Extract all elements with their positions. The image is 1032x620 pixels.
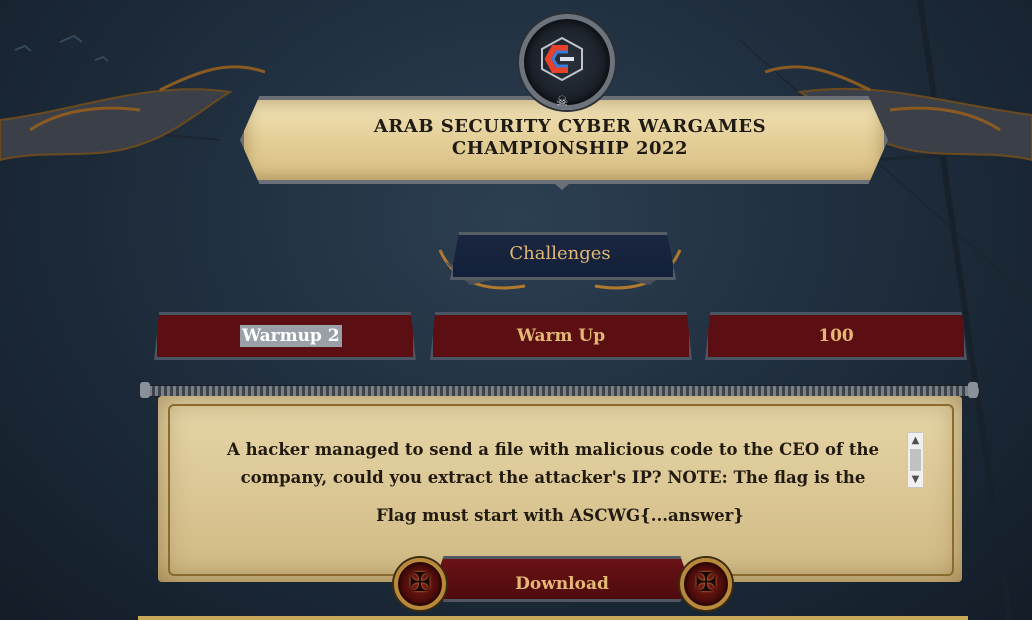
challenge-points: 100	[818, 326, 854, 346]
download-button-label[interactable]: Download	[436, 574, 688, 594]
challenge-category: Warm Up	[516, 326, 606, 346]
skull-icon: ☠	[555, 94, 569, 110]
cross-medallion-left-icon: ✠	[394, 558, 446, 610]
championship-title: ARAB SECURITY CYBER WARGAMES CHAMPIONSHI…	[240, 116, 900, 160]
scrollbar-thumb[interactable]	[910, 449, 921, 471]
flag-format-text: Flag must start with ASCWG{...answer}	[376, 506, 744, 525]
bottom-divider	[138, 616, 968, 620]
parchment-border	[168, 404, 954, 576]
scroll-rod-end-right	[968, 382, 978, 398]
cross-medallion-right-icon: ✠	[680, 558, 732, 610]
asc-logo-icon	[541, 36, 583, 82]
scroll-down-icon[interactable]: ▼	[908, 472, 923, 487]
challenge-name: Warmup 2	[240, 325, 342, 347]
description-scrollbar[interactable]: ▲ ▼	[907, 432, 924, 488]
challenge-description: A hacker managed to send a file with mal…	[227, 440, 879, 487]
title-line-1: ARAB SECURITY CYBER WARGAMES	[373, 116, 767, 137]
title-line-2: CHAMPIONSHIP 2022	[451, 138, 689, 159]
challenges-tab-label: Challenges	[509, 243, 611, 264]
scroll-up-icon[interactable]: ▲	[908, 433, 923, 448]
scroll-rod-end-left	[140, 382, 150, 398]
header-banner: ARAB SECURITY CYBER WARGAMES CHAMPIONSHI…	[0, 0, 1032, 200]
